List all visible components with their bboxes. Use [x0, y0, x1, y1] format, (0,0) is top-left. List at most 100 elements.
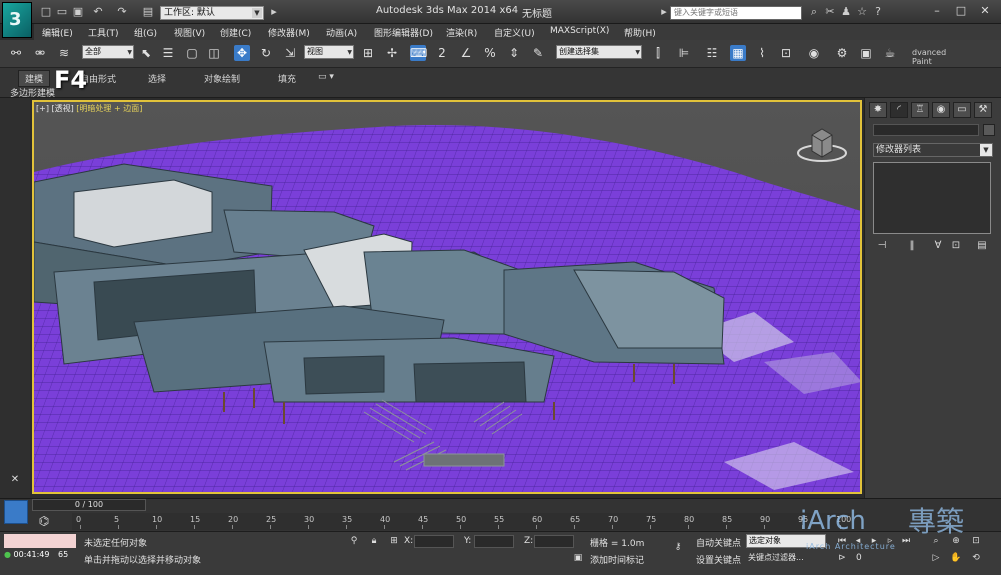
bind-space-warp-icon[interactable]: ≋	[56, 45, 72, 61]
percent-snap-icon[interactable]: %	[482, 45, 498, 61]
graphite-ribbon-icon[interactable]: ▦	[730, 45, 746, 61]
menu-group[interactable]: 组(G)	[134, 26, 157, 39]
layer-manager-icon[interactable]: ☷	[704, 45, 720, 61]
rectangular-selection-icon[interactable]: ▢	[184, 45, 200, 61]
help-search-input[interactable]: 键入关键字或短语	[670, 6, 802, 20]
object-name-field[interactable]	[873, 124, 979, 136]
menu-animation[interactable]: 动画(A)	[326, 26, 357, 39]
select-manipulate-icon[interactable]: ✢	[384, 45, 400, 61]
ribbon-tab-populate[interactable]: 填充	[278, 72, 296, 85]
curve-editor-icon[interactable]: ⌇	[754, 45, 770, 61]
app-logo-button[interactable]: 3	[2, 2, 32, 38]
ribbon-tab-modeling[interactable]: 建模	[18, 70, 51, 87]
close-button[interactable]: ✕	[978, 4, 992, 18]
mirror-icon[interactable]: ⫿	[650, 45, 666, 61]
redo-icon[interactable]: ↷	[116, 6, 128, 18]
window-crossing-icon[interactable]: ◫	[206, 45, 222, 61]
favorites-icon[interactable]: ☆	[856, 6, 868, 18]
viewport-view-label[interactable]: [透视]	[52, 104, 74, 113]
select-object-icon[interactable]: ⬉	[138, 45, 154, 61]
select-and-move-icon[interactable]: ✥	[234, 45, 250, 61]
unlink-icon[interactable]: ⚮	[32, 45, 48, 61]
snaps-toggle-icon[interactable]: 2	[434, 45, 450, 61]
viewport-label[interactable]: [+] [透视] [明暗处理 + 边面]	[36, 103, 142, 114]
menu-modifiers[interactable]: 修改器(M)	[268, 26, 310, 39]
hierarchy-tab-icon[interactable]: ♖	[911, 102, 929, 118]
minimize-button[interactable]: –	[930, 4, 944, 18]
configure-sets-icon[interactable]: ▤	[975, 240, 989, 254]
time-slider[interactable]: 0 / 100	[32, 499, 146, 511]
utilities-tab-icon[interactable]: ⚒	[974, 102, 992, 118]
angle-snap-icon[interactable]: ∠	[458, 45, 474, 61]
modifier-list-dropdown[interactable]: 修改器列表 ▼	[873, 143, 993, 157]
x-coordinate-field[interactable]	[414, 535, 454, 548]
viewport-menu-label[interactable]: [+]	[36, 104, 49, 113]
workspace-dropdown[interactable]: 工作区: 默认 ▼	[160, 6, 264, 20]
add-time-tag-icon[interactable]: ▣	[572, 553, 584, 565]
render-production-icon[interactable]: ☕	[882, 45, 898, 61]
advanced-paint-label[interactable]: dvanced Paint	[912, 48, 967, 66]
schematic-view-icon[interactable]: ⊡	[778, 45, 794, 61]
make-unique-icon[interactable]: ∀	[931, 240, 945, 254]
tools-icon[interactable]: ✂	[824, 6, 836, 18]
y-coordinate-field[interactable]	[474, 535, 514, 548]
select-and-scale-icon[interactable]: ⇲	[282, 45, 298, 61]
pin-stack-icon[interactable]: ⊣	[875, 240, 889, 254]
motion-tab-icon[interactable]: ◉	[932, 102, 950, 118]
show-end-result-icon[interactable]: ‖	[905, 240, 919, 254]
z-coordinate-field[interactable]	[534, 535, 574, 548]
open-file-icon[interactable]: ▭	[56, 6, 68, 18]
menu-edit[interactable]: 编辑(E)	[42, 26, 73, 39]
keyboard-shortcut-override-icon[interactable]: ⌨	[410, 45, 427, 61]
maxscript-listener[interactable]	[4, 534, 76, 548]
modify-tab-icon[interactable]: ◜	[890, 102, 908, 118]
render-setup-icon[interactable]: ⚙	[834, 45, 850, 61]
add-time-tag-button[interactable]: 添加时间标记	[590, 553, 644, 566]
new-file-icon[interactable]: □	[40, 6, 52, 18]
pivot-center-icon[interactable]: ⊞	[360, 45, 376, 61]
perspective-viewport[interactable]	[32, 100, 862, 494]
mini-curve-editor-button[interactable]	[4, 500, 28, 524]
maximize-button[interactable]: □	[954, 4, 968, 18]
menu-tools[interactable]: 工具(T)	[88, 26, 119, 39]
isolate-selection-icon[interactable]: ⚲	[348, 536, 360, 548]
material-editor-icon[interactable]: ◉	[806, 45, 822, 61]
auto-key-button[interactable]: 自动关键点	[696, 536, 741, 549]
menu-help[interactable]: 帮助(H)	[624, 26, 656, 39]
arrow-icon[interactable]: ▸	[658, 6, 670, 18]
ribbon-tab-selection[interactable]: 选择	[148, 72, 166, 85]
select-by-name-icon[interactable]: ☰	[160, 45, 176, 61]
expand-arrow-icon[interactable]: ▸	[268, 6, 280, 18]
remove-modifier-icon[interactable]: ⊡	[949, 240, 963, 254]
track-bar-icon[interactable]: ⌬	[36, 513, 52, 529]
help-icon[interactable]: ?	[872, 6, 884, 18]
selection-filter-dropdown[interactable]: 全部 ▼	[82, 45, 134, 59]
align-icon[interactable]: ⊫	[676, 45, 692, 61]
save-icon[interactable]: ▣	[72, 6, 84, 18]
create-tab-icon[interactable]: ✸	[869, 102, 887, 118]
select-link-icon[interactable]: ⚯	[8, 45, 24, 61]
menu-customize[interactable]: 自定义(U)	[494, 26, 535, 39]
viewcube-icon[interactable]	[796, 123, 848, 165]
menu-views[interactable]: 视图(V)	[174, 26, 205, 39]
reference-coordinate-dropdown[interactable]: 视图 ▼	[304, 45, 354, 59]
menu-create[interactable]: 创建(C)	[220, 26, 251, 39]
modifier-stack[interactable]	[873, 162, 991, 234]
absolute-mode-icon[interactable]: ⊞	[388, 536, 400, 548]
key-icon[interactable]: ⚷	[672, 542, 684, 554]
maximize-viewport-icon[interactable]: ✕	[8, 474, 22, 488]
set-key-button[interactable]: 设置关键点	[696, 553, 741, 566]
object-color-swatch[interactable]	[983, 124, 995, 136]
select-and-rotate-icon[interactable]: ↻	[258, 45, 274, 61]
project-folder-icon[interactable]: ▤	[142, 6, 154, 18]
menu-graph-editors[interactable]: 图形编辑器(D)	[374, 26, 433, 39]
display-tab-icon[interactable]: ▭	[953, 102, 971, 118]
edit-named-selection-icon[interactable]: ✎	[530, 45, 546, 61]
viewport-shading-label[interactable]: [明暗处理 + 边面]	[76, 104, 142, 113]
menu-rendering[interactable]: 渲染(R)	[446, 26, 477, 39]
ribbon-options-icon[interactable]: ▭ ▾	[318, 72, 334, 82]
track-bar[interactable]: 0 5 10 15 20 25 30 35 40 45 50 55 60 65 70 75 80 85 90 95 10…	[72, 513, 862, 530]
rendered-frame-icon[interactable]: ▣	[858, 45, 874, 61]
named-selection-dropdown[interactable]: 创建选择集 ▼	[556, 45, 642, 59]
selection-lock-icon[interactable]: 🔒︎	[368, 536, 380, 548]
